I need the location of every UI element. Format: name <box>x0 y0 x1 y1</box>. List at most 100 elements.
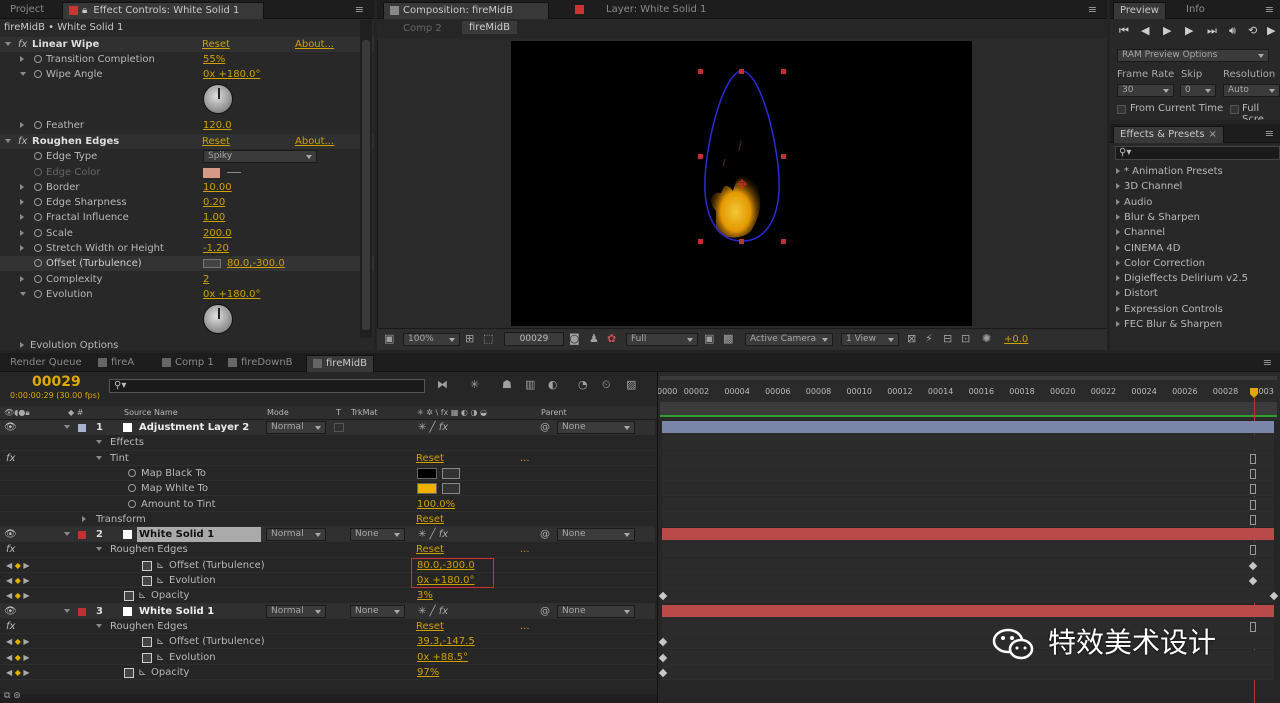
graph-icon[interactable]: ⊾ <box>156 573 164 588</box>
property-row[interactable]: Map Black To <box>0 466 655 482</box>
layer-row[interactable]: 👁︎ 1 Adjustment Layer 2 Normal ✳ ╱ fx @ None <box>0 420 655 436</box>
stopwatch-icon[interactable] <box>34 67 46 82</box>
fx-icon[interactable]: fx <box>6 619 15 634</box>
stopwatch-icon[interactable] <box>34 256 46 271</box>
effect-category-item[interactable]: 3D Channel <box>1116 179 1280 194</box>
timecode-field[interactable]: 00029 <box>504 332 564 346</box>
col-source-name[interactable]: Source Name <box>124 406 178 419</box>
shy-layers-icon[interactable]: ☗ <box>502 378 512 391</box>
timeline-icon[interactable]: ⊟ <box>943 332 952 345</box>
eye-icon[interactable]: 👁︎ <box>4 604 17 619</box>
prop-value[interactable]: 200.0 <box>203 226 232 241</box>
scrollbar[interactable] <box>360 20 372 338</box>
tab-preview[interactable]: Preview <box>1113 2 1166 19</box>
panel-menu-icon[interactable]: ≡ <box>1265 3 1274 16</box>
expand-icon[interactable] <box>20 199 24 205</box>
prop-value[interactable]: 0.20 <box>203 195 225 210</box>
effect-category-item[interactable]: Audio <box>1116 195 1280 210</box>
property-row[interactable]: fx Roughen Edges Reset... <box>0 619 655 635</box>
effect-header-roughen-edges[interactable]: fx Roughen Edges Reset About... <box>0 134 374 149</box>
expand-icon[interactable] <box>64 425 70 429</box>
stopwatch-icon[interactable] <box>34 226 46 241</box>
stopwatch-active-icon[interactable] <box>124 591 134 602</box>
keyframe-navigator[interactable]: ◀ ◆ ▶ <box>6 558 30 573</box>
blend-mode-dropdown[interactable]: Normal <box>266 528 326 542</box>
full-screen-checkbox[interactable] <box>1230 105 1239 114</box>
expand-icon[interactable] <box>20 342 24 348</box>
expression-ibeam-icon[interactable] <box>1250 499 1256 510</box>
graph-icon[interactable]: ⊾ <box>138 588 146 603</box>
stopwatch-icon[interactable] <box>128 466 140 481</box>
fx-icon[interactable]: fx <box>6 542 15 557</box>
effect-category-item[interactable]: CINEMA 4D <box>1116 241 1280 256</box>
effect-header-linear-wipe[interactable]: fx Linear Wipe Reset About... <box>0 37 374 52</box>
trkmat-dropdown[interactable]: None <box>350 604 405 618</box>
pickwhip-icon[interactable]: @ <box>540 604 550 619</box>
frame-rate-dropdown[interactable]: 30 <box>1117 84 1174 97</box>
breadcrumb-comp2[interactable]: Comp 2 <box>403 23 442 34</box>
exposure-value[interactable]: +0.0 <box>1004 334 1028 345</box>
toggle-switches-icon[interactable]: ⧉ ⊚ <box>4 691 21 701</box>
scrollbar-thumb[interactable] <box>362 40 370 330</box>
camera-dropdown[interactable]: Active Camera <box>745 333 833 346</box>
property-track[interactable] <box>662 542 1274 558</box>
label-color-swatch[interactable] <box>78 424 86 432</box>
expand-icon[interactable] <box>64 608 70 613</box>
prop-value[interactable]: 0x +88.5° <box>417 650 468 665</box>
expand-icon[interactable] <box>20 230 24 236</box>
prop-value[interactable]: 120.0 <box>203 118 232 133</box>
current-time-indicator[interactable] <box>1250 388 1258 398</box>
skip-dropdown[interactable]: 0 <box>1180 84 1216 97</box>
channels-icon[interactable]: ✿ <box>607 332 616 345</box>
tab-composition[interactable]: Composition: fireMidB <box>383 2 549 19</box>
property-row[interactable]: ◀ ◆ ▶ ⊾ Evolution 0x +180.0° <box>0 573 655 589</box>
keyframe-navigator[interactable]: ◀ ◆ ▶ <box>6 634 30 649</box>
ram-preview-icon[interactable]: ▶︎ <box>1267 24 1275 37</box>
view-layout-dropdown[interactable]: 1 View <box>841 333 899 346</box>
label-color-swatch[interactable] <box>78 531 86 540</box>
col-t[interactable]: T <box>336 406 341 419</box>
crosshair-icon[interactable] <box>203 259 221 268</box>
tab-info[interactable]: Info <box>1180 2 1211 19</box>
expression-ibeam-icon[interactable] <box>1250 545 1256 556</box>
transparency-grid-icon[interactable]: ▩ <box>723 332 733 345</box>
stopwatch-icon[interactable] <box>34 287 46 302</box>
roi-icon[interactable]: ▣ <box>704 332 714 345</box>
parent-dropdown[interactable]: None <box>557 528 635 542</box>
edge-type-dropdown[interactable]: Spiky <box>203 150 317 163</box>
property-row[interactable]: ◀ ◆ ▶ ⊾ Offset (Turbulence) 80.0,-300.0 <box>0 558 655 573</box>
prop-value[interactable]: 39.3,-147.5 <box>417 634 475 649</box>
expand-icon[interactable] <box>1116 321 1120 327</box>
stopwatch-icon[interactable] <box>34 241 46 256</box>
property-track[interactable] <box>662 573 1274 588</box>
graph-editor-icon[interactable]: ▨ <box>626 378 636 391</box>
stopwatch-active-icon[interactable] <box>142 652 152 663</box>
property-row[interactable]: ◀ ◆ ▶ ⊾ Evolution 0x +88.5° <box>0 650 655 665</box>
always-preview-icon[interactable]: ▣ <box>384 332 394 345</box>
tab-effect-controls[interactable]: 🔒︎ Effect Controls: White Solid 1 <box>62 2 264 19</box>
work-area-navigator[interactable] <box>660 376 1277 380</box>
expression-ibeam-icon[interactable] <box>1250 468 1256 479</box>
property-row[interactable]: ◀ ◆ ▶ ⊾ Offset (Turbulence) 39.3,-147.5 <box>0 634 655 650</box>
property-row[interactable]: ◀ ◆ ▶ ⊾ Opacity 97% <box>0 665 655 681</box>
edge-color-swatch[interactable] <box>203 168 220 178</box>
layer-switches[interactable]: ✳ ╱ fx <box>418 604 448 619</box>
color-swatch[interactable] <box>417 467 437 479</box>
layer-row[interactable]: 👁︎ 2 White Solid 1 Normal None ✳ ╱ fx @ None <box>0 527 655 543</box>
layer-duration-bar[interactable] <box>662 421 1274 434</box>
loop-icon[interactable]: ⟲ <box>1248 24 1257 37</box>
zoom-dropdown[interactable]: 100% <box>403 333 460 346</box>
exposure-icon[interactable]: ✺ <box>982 332 991 345</box>
property-row[interactable]: Map White To <box>0 481 655 497</box>
keyframe-navigator[interactable]: ◀ ◆ ▶ <box>6 665 30 680</box>
tab-firedownb[interactable]: fireDownB <box>222 355 299 372</box>
blend-mode-dropdown[interactable]: Normal <box>266 421 326 434</box>
prop-value[interactable]: 80.0,-300.0 <box>227 256 285 271</box>
prop-value[interactable]: 100.0% <box>417 497 455 512</box>
expand-linear-wipe-icon[interactable] <box>5 42 11 46</box>
expand-icon[interactable] <box>20 122 24 128</box>
roughen-about[interactable]: About... <box>295 134 334 149</box>
layer-duration-bar[interactable] <box>662 528 1274 542</box>
reset-link[interactable]: Reset <box>416 451 444 466</box>
prop-value[interactable]: -1.20 <box>203 241 229 256</box>
